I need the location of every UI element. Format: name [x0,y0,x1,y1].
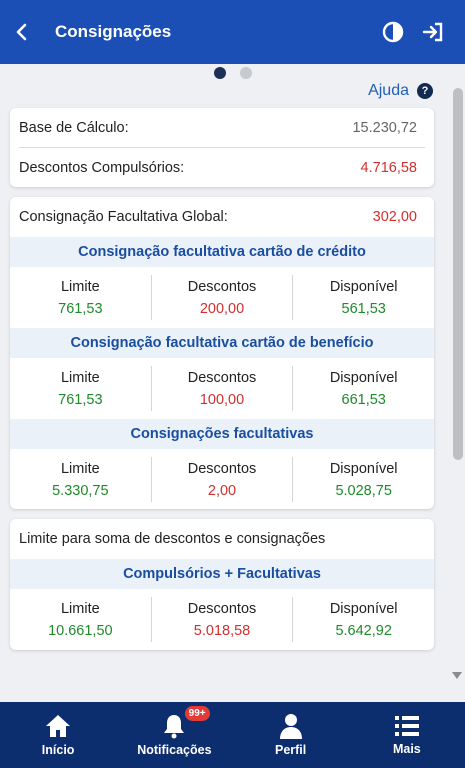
logout-button[interactable] [413,0,453,64]
contrast-icon [382,21,404,43]
limite-value: 761,53 [58,300,103,317]
page-title: Consignações [55,22,172,41]
limit-title-row: Limite para soma de descontos e consigna… [10,519,434,559]
limite-header: Limite [60,278,100,295]
nav-perfil-label: Perfil [274,743,307,757]
global-value: 302,00 [372,209,417,225]
global-card: Consignação Facultativa Global: 302,00 C… [10,197,434,509]
limite-value: 5.330,75 [52,482,109,499]
descontos-header: Descontos [187,600,257,617]
section-title: Consignações facultativas [10,419,434,449]
nav-mais-label: Mais [392,742,421,756]
descontos-value: 5.018,58 [193,622,251,639]
limite-header: Limite [60,460,100,477]
home-icon [46,715,71,737]
section-title: Consignação facultativa cartão de benefí… [10,328,434,358]
disponivel-header: Disponível [329,369,398,386]
nav-inicio[interactable]: Início [0,702,116,768]
section-title: Consignação facultativa cartão de crédit… [10,237,434,267]
disponivel-value: 661,53 [341,391,386,408]
descontos-value: 4.716,58 [360,159,417,176]
base-label: Base de Cálculo: [19,119,129,136]
descontos-cell: Descontos 200,00 [150,275,293,320]
limite-header: Limite [60,369,100,386]
descontos-value: 2,00 [207,482,237,499]
disponivel-cell: Disponível 661,53 [292,366,434,411]
main-content: Ajuda ? Base de Cálculo: 15.230,72 Desco… [0,80,450,702]
values-grid: Limite 5.330,75 Descontos 2,00 Disponíve… [10,449,434,509]
summary-card: Base de Cálculo: 15.230,72 Descontos Com… [10,108,434,187]
descontos-cell: Descontos 5.018,58 [150,597,293,642]
descontos-cell: Descontos 2,00 [150,457,293,502]
help-link[interactable]: Ajuda ? [368,82,433,100]
descontos-label: Descontos Compulsórios: [19,159,185,176]
disponivel-cell: Disponível 5.642,92 [292,597,434,642]
nav-notificacoes-label: Notificações [137,743,212,757]
descontos-value: 200,00 [199,300,245,317]
nav-inicio-label: Início [41,743,75,757]
app-header: Consignações [0,0,465,64]
bell-icon [164,715,185,739]
descontos-row: Descontos Compulsórios: 4.716,58 [10,148,434,187]
menu-list-icon [394,716,419,736]
limite-cell: Limite 5.330,75 [10,457,151,502]
logout-icon [422,22,443,42]
disponivel-header: Disponível [329,600,398,617]
scroll-down-arrow[interactable] [452,672,462,679]
values-grid: Limite 10.661,50 Descontos 5.018,58 Disp… [10,589,434,650]
nav-perfil[interactable]: Perfil [233,702,349,768]
descontos-header: Descontos [187,278,257,295]
page-indicator [0,66,465,80]
nav-notificacoes[interactable]: 99+ Notificações [116,702,232,768]
limite-cell: Limite 761,53 [10,366,151,411]
limite-value: 10.661,50 [48,622,113,639]
limite-cell: Limite 10.661,50 [10,597,151,642]
limite-header: Limite [60,600,100,617]
values-grid: Limite 761,53 Descontos 100,00 Disponíve… [10,358,434,419]
limite-value: 761,53 [58,391,103,408]
base-value: 15.230,72 [352,119,417,136]
disponivel-value: 561,53 [341,300,386,317]
page-dot-1[interactable] [213,67,226,79]
back-button[interactable] [0,0,44,64]
disponivel-header: Disponível [329,460,398,477]
user-icon [279,714,302,739]
chevron-left-icon [16,23,27,41]
descontos-value: 100,00 [199,391,245,408]
disponivel-value: 5.642,92 [335,622,392,639]
limit-card: Limite para soma de descontos e consigna… [10,519,434,650]
values-grid: Limite 761,53 Descontos 200,00 Disponíve… [10,267,434,328]
question-icon: ? [417,83,433,99]
disponivel-header: Disponível [329,278,398,295]
descontos-header: Descontos [187,369,257,386]
help-label: Ajuda [368,82,409,99]
bottom-nav: Início 99+ Notificações Perfil Mais [0,702,465,768]
page-dot-2[interactable] [239,67,252,79]
descontos-cell: Descontos 100,00 [150,366,293,411]
disponivel-value: 5.028,75 [335,482,392,499]
scrollbar[interactable] [453,88,463,460]
notification-badge: 99+ [183,705,211,722]
global-row: Consignação Facultativa Global: 302,00 [10,197,434,237]
disponivel-cell: Disponível 5.028,75 [292,457,434,502]
nav-mais[interactable]: Mais [349,702,465,768]
limite-cell: Limite 761,53 [10,275,151,320]
section-title: Compulsórios + Facultativas [10,559,434,589]
contrast-button[interactable] [373,0,413,64]
base-row: Base de Cálculo: 15.230,72 [10,108,434,147]
descontos-header: Descontos [187,460,257,477]
global-label: Consignação Facultativa Global: [19,209,228,225]
limit-title: Limite para soma de descontos e consigna… [19,531,326,547]
disponivel-cell: Disponível 561,53 [292,275,434,320]
